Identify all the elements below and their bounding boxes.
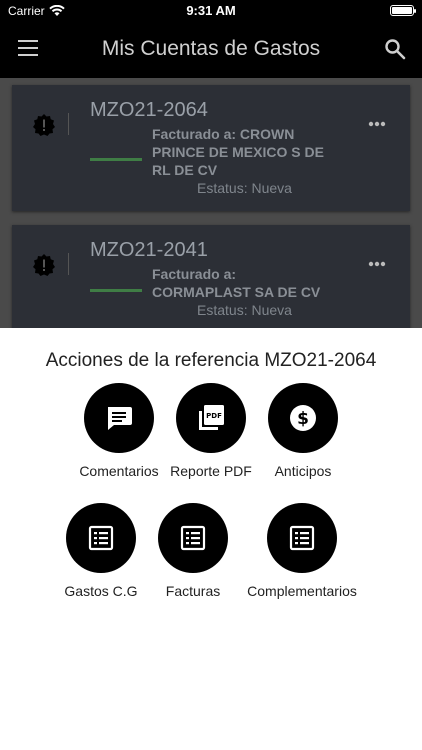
comments-button[interactable]: Comentarios: [72, 383, 166, 479]
action-circle[interactable]: [267, 503, 337, 573]
expenses-cg-button[interactable]: Gastos C.G: [54, 503, 148, 599]
action-label: Anticipos: [274, 463, 332, 479]
action-label: Facturas: [165, 583, 221, 599]
invoices-button[interactable]: Facturas: [146, 503, 240, 599]
app-bar: Mis Cuentas de Gastos: [0, 22, 422, 78]
status-bar-indicator: [90, 158, 142, 161]
more-icon[interactable]: [368, 261, 386, 267]
battery-icon: [390, 5, 416, 16]
alert-icon: [33, 254, 55, 276]
comment-icon: [108, 407, 132, 430]
billed-to: Facturado a: CROWN PRINCE DE MEXICO S DE…: [152, 125, 352, 179]
list-icon: [289, 525, 315, 551]
status-bar: Carrier 9:31 AM: [0, 0, 422, 22]
action-circle[interactable]: PDF: [176, 383, 246, 453]
reference-number: MZO21-2064: [90, 99, 208, 121]
status-bar-indicator: [90, 289, 142, 292]
search-icon[interactable]: [384, 38, 406, 60]
pdf-icon: PDF: [199, 405, 224, 430]
action-circle[interactable]: [66, 503, 136, 573]
list-icon: [88, 525, 114, 551]
page-title: Mis Cuentas de Gastos: [101, 37, 321, 60]
action-label: Gastos C.G: [64, 583, 138, 599]
billed-to-line: Facturado a:: [152, 266, 237, 282]
expense-card[interactable]: MZO21-2064 Facturado a: CROWN PRINCE DE …: [12, 85, 410, 211]
pdf-report-button[interactable]: PDF Reporte PDF: [164, 383, 258, 479]
expense-card[interactable]: MZO21-2041 Facturado a: CORMAPLAST SA DE…: [12, 225, 410, 328]
billed-to: Facturado a: CORMAPLAST SA DE CV: [152, 265, 352, 301]
action-label: Comentarios: [79, 463, 159, 479]
card-divider: [68, 113, 69, 135]
complementary-button[interactable]: Complementarios: [239, 503, 365, 599]
billed-to-line: CORMAPLAST SA DE CV: [152, 284, 321, 300]
clock: 9:31 AM: [186, 3, 236, 18]
svg-text:PDF: PDF: [206, 412, 222, 420]
billed-to-line: Facturado a: CROWN: [152, 126, 295, 142]
action-label: Complementarios: [247, 583, 357, 599]
expense-list: MZO21-2064 Facturado a: CROWN PRINCE DE …: [0, 78, 422, 328]
billed-to-line: RL DE CV: [152, 162, 218, 178]
status-label: Estatus: Nueva: [197, 180, 292, 196]
reference-number: MZO21-2041: [90, 239, 208, 261]
action-circle[interactable]: $: [268, 383, 338, 453]
billed-to-line: PRINCE DE MEXICO S DE: [152, 144, 324, 160]
more-icon[interactable]: [368, 121, 386, 127]
sheet-title: Acciones de la referencia MZO21-2064: [45, 350, 377, 371]
action-label: Reporte PDF: [170, 463, 252, 479]
action-circle[interactable]: [84, 383, 154, 453]
advances-button[interactable]: $ Anticipos: [256, 383, 350, 479]
dollar-icon: $: [290, 405, 316, 431]
card-divider: [68, 253, 69, 275]
action-circle[interactable]: [158, 503, 228, 573]
status-label: Estatus: Nueva: [197, 302, 292, 318]
list-icon: [180, 525, 206, 551]
alert-icon: [33, 114, 55, 136]
svg-text:$: $: [297, 409, 309, 429]
actions-sheet: Acciones de la referencia MZO21-2064 Com…: [0, 328, 422, 750]
